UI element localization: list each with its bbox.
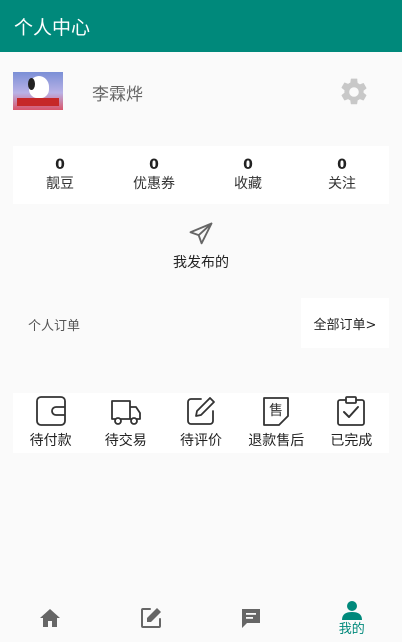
stat-value: 0: [149, 157, 159, 173]
stats-bar: 0 靓豆 0 优惠券 0 收藏 0 关注: [13, 146, 389, 204]
order-pending-review[interactable]: 待评价: [163, 393, 238, 453]
stat-following[interactable]: 0 关注: [295, 146, 389, 204]
stat-coupons[interactable]: 0 优惠券: [107, 146, 201, 204]
my-published-button[interactable]: 我发布的: [150, 220, 252, 272]
after-sale-glyph: 售: [269, 403, 283, 419]
order-label: 已完成: [330, 433, 373, 449]
truck-icon: [110, 400, 141, 425]
stat-value: 0: [337, 157, 347, 173]
nav-compose[interactable]: [101, 594, 202, 642]
order-label: 待付款: [29, 433, 72, 449]
nav-me[interactable]: 我的: [302, 594, 402, 642]
nav-me-label: 我的: [338, 622, 365, 637]
gear-icon[interactable]: [338, 76, 370, 108]
clipboard-check-icon: [337, 396, 366, 426]
message-icon: [242, 609, 261, 628]
wallet-icon: [35, 396, 66, 426]
stat-value: 0: [243, 157, 253, 173]
orders-header: 个人订单 全部订单>: [13, 298, 389, 348]
compose-icon: [140, 608, 161, 628]
order-label: 待评价: [180, 433, 222, 449]
order-pending-trade[interactable]: 待交易: [88, 393, 163, 453]
stat-label: 收藏: [234, 176, 262, 192]
after-sale-icon: 售: [263, 397, 290, 426]
stat-value: 0: [55, 157, 65, 173]
my-published-label: 我发布的: [173, 255, 229, 271]
nav-home[interactable]: [0, 594, 101, 642]
bottom-nav: 我的: [0, 594, 402, 642]
edit-icon: [187, 397, 215, 425]
person-icon: [341, 601, 362, 620]
orders-title: 个人订单: [28, 319, 81, 334]
avatar[interactable]: [13, 72, 63, 110]
order-label: 待交易: [104, 433, 147, 449]
order-pending-payment[interactable]: 待付款: [13, 393, 88, 453]
stat-label: 优惠券: [133, 176, 175, 192]
order-completed[interactable]: 已完成: [314, 393, 389, 453]
all-orders-label: 全部订单>: [313, 317, 377, 333]
app-bar: 个人中心: [0, 0, 402, 52]
stat-label: 关注: [328, 176, 356, 192]
send-icon: [189, 222, 213, 245]
username: 李霖烨: [92, 85, 143, 105]
stat-favorites[interactable]: 0 收藏: [201, 146, 295, 204]
avatar-plane: [17, 98, 59, 106]
order-refund-after-sale[interactable]: 售 退款售后: [239, 393, 314, 453]
home-icon: [40, 609, 61, 627]
avatar-figure-ear: [28, 78, 35, 90]
stat-label: 靓豆: [46, 176, 74, 192]
profile-section: 李霖烨: [0, 52, 402, 130]
page-title: 个人中心: [14, 16, 91, 39]
order-status-row: 待付款 待交易 待评价 售 退款售后 已完成: [13, 393, 389, 453]
order-label: 退款售后: [248, 433, 305, 449]
all-orders-button[interactable]: 全部订单>: [301, 298, 389, 348]
nav-messages[interactable]: [201, 594, 302, 642]
stat-beans[interactable]: 0 靓豆: [13, 146, 107, 204]
